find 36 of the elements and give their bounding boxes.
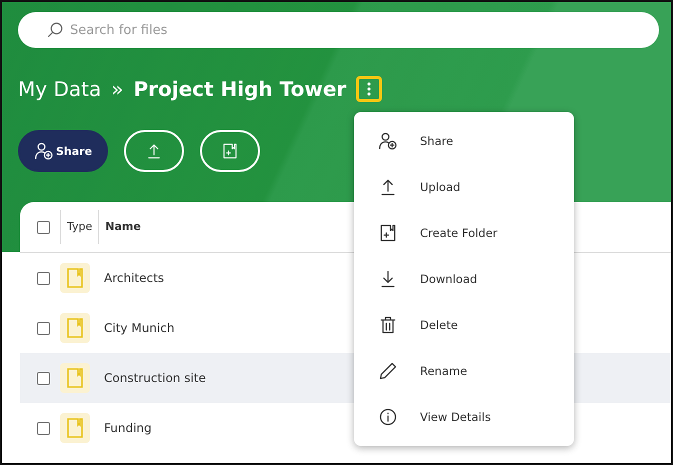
- new-folder-button[interactable]: [200, 130, 260, 172]
- person-add-icon: [34, 141, 54, 161]
- kebab-icon: [367, 82, 372, 96]
- row-checkbox[interactable]: [37, 422, 50, 434]
- menu-item[interactable]: Create Folder: [354, 210, 574, 256]
- menu-item[interactable]: Delete: [354, 302, 574, 348]
- menu-item[interactable]: Upload: [354, 164, 574, 210]
- column-header[interactable]: Type: [60, 210, 98, 244]
- add-folder-icon: [378, 223, 398, 243]
- row-checkbox[interactable]: [37, 372, 50, 384]
- menu-item[interactable]: Download: [354, 256, 574, 302]
- folder-icon: [60, 263, 90, 293]
- file-name: Funding: [104, 421, 152, 435]
- info-icon: [378, 407, 398, 427]
- pencil-icon: [378, 361, 398, 381]
- menu-item[interactable]: Share: [354, 118, 574, 164]
- add-folder-icon: [221, 142, 240, 160]
- row-checkbox[interactable]: [37, 322, 50, 334]
- folder-icon: [60, 313, 90, 343]
- column-header[interactable]: Name: [98, 210, 147, 244]
- row-checkbox[interactable]: [37, 272, 50, 284]
- file-name: Architects: [104, 271, 164, 285]
- file-name: Construction site: [104, 371, 206, 385]
- search-field[interactable]: Search for files: [18, 12, 659, 48]
- file-name: City Munich: [104, 321, 174, 335]
- trash-icon: [378, 315, 398, 335]
- select-all-checkbox[interactable]: [37, 220, 50, 234]
- folder-icon: [60, 413, 90, 443]
- upload-button[interactable]: [124, 130, 184, 172]
- folder-title: Project High Tower: [133, 77, 346, 101]
- breadcrumb-link[interactable]: My Data: [18, 77, 102, 101]
- share-button[interactable]: Share: [18, 130, 108, 172]
- folder-icon: [60, 363, 90, 393]
- person-add-icon: [378, 131, 398, 151]
- more-button[interactable]: [356, 76, 382, 102]
- breadcrumb-separator: »: [111, 77, 124, 101]
